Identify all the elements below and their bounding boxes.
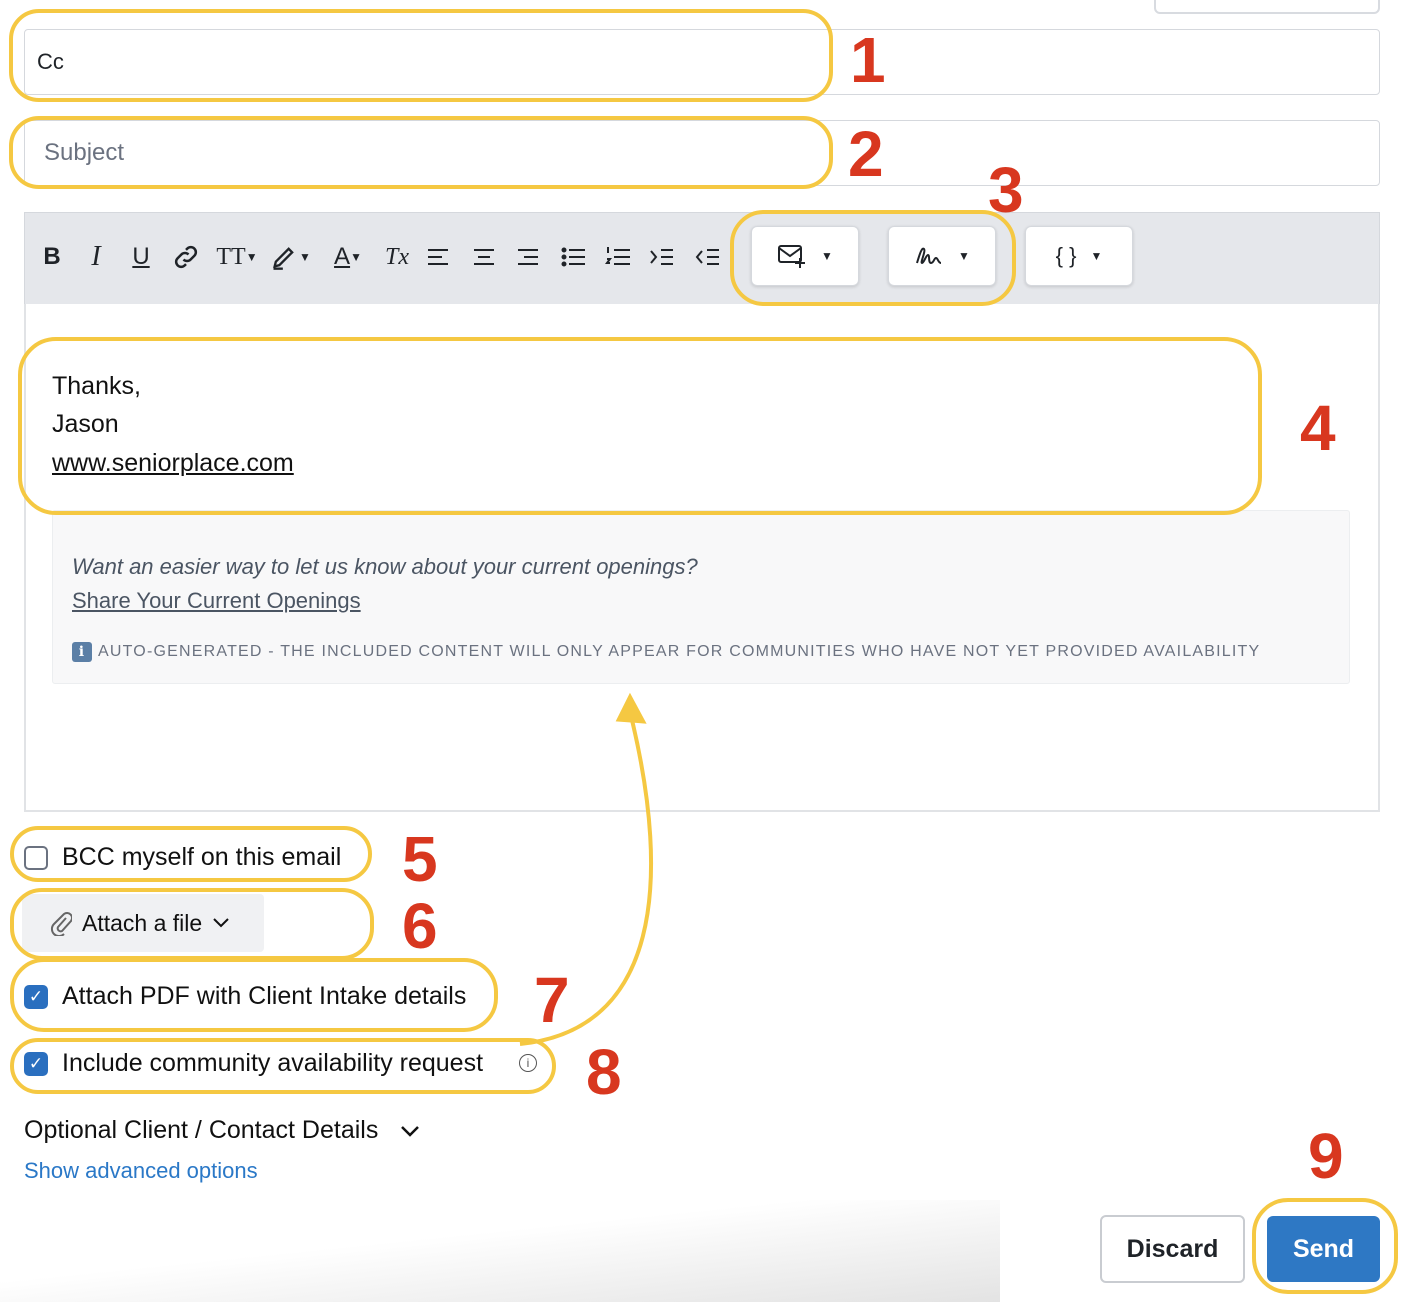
annotation-number-5: 5: [402, 823, 438, 895]
annotation-number-3: 3: [988, 154, 1024, 226]
annotation-number-1: 1: [850, 24, 886, 96]
annotation-number-4: 4: [1300, 392, 1336, 464]
annotation-number-7: 7: [534, 964, 570, 1036]
annotation-number-6: 6: [402, 890, 438, 962]
annotation-number-8: 8: [586, 1036, 622, 1108]
annotation-number-9: 9: [1308, 1120, 1344, 1192]
callout-arrow: [519, 692, 654, 1046]
annotation-number-2: 2: [848, 118, 884, 190]
